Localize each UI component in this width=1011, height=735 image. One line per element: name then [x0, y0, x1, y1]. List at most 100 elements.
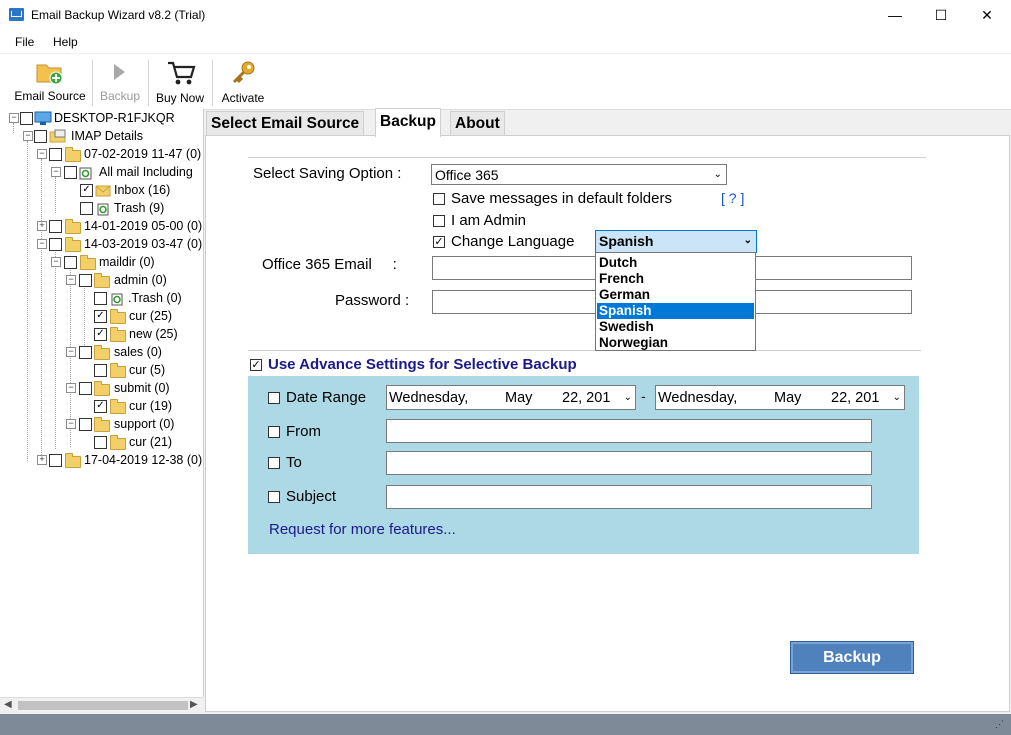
toolbar: Email Source Backup Buy Now Activate — [0, 54, 1011, 110]
tree-checkbox[interactable]: ✓ — [94, 328, 107, 341]
scroll-right-icon[interactable]: ▶ — [190, 699, 198, 710]
advance-settings-label: Use Advance Settings for Selective Backu… — [268, 356, 577, 373]
tab-about[interactable]: About — [450, 111, 505, 136]
tree-checkbox[interactable] — [79, 274, 92, 287]
tree-checkbox[interactable] — [79, 418, 92, 431]
expand-icon[interactable]: + — [37, 455, 47, 465]
tab-select-email-source[interactable]: Select Email Source — [206, 111, 365, 136]
divider — [248, 350, 921, 351]
chevron-down-icon: ⌄ — [743, 235, 752, 246]
save-default-folders-checkbox[interactable] — [433, 193, 445, 205]
tree-checkbox[interactable] — [64, 166, 77, 179]
to-checkbox[interactable] — [268, 457, 280, 469]
maximize-button[interactable]: ☐ — [918, 0, 964, 31]
save-default-folders-label: Save messages in default folders — [451, 190, 672, 207]
collapse-icon[interactable]: − — [37, 149, 47, 159]
tree-checkbox[interactable] — [79, 382, 92, 395]
saving-option-label: Select Saving Option : — [253, 165, 402, 182]
tree-checkbox[interactable] — [94, 436, 107, 449]
tree-checkbox[interactable] — [94, 292, 107, 305]
language-option-spanish[interactable]: Spanish — [597, 303, 754, 319]
activate-button[interactable]: Activate — [215, 54, 271, 109]
date-to-picker[interactable]: Wednesday, May 22, 201 ⌄ — [655, 385, 905, 410]
imap-folder-icon — [49, 129, 66, 143]
collapse-icon[interactable]: − — [66, 383, 76, 393]
subject-label: Subject — [286, 488, 337, 505]
tree-checkbox[interactable] — [94, 364, 107, 377]
play-arrow-icon — [114, 64, 125, 80]
tree-checkbox[interactable]: ✓ — [80, 184, 93, 197]
from-input[interactable] — [386, 419, 872, 443]
folder-icon — [94, 381, 110, 396]
password-label: Password : — [335, 292, 410, 309]
language-option-norwegian[interactable]: Norwegian — [597, 335, 754, 351]
change-language-checkbox[interactable]: ✓ — [433, 236, 445, 248]
tree-checkbox[interactable] — [49, 220, 62, 233]
collapse-icon[interactable]: − — [9, 113, 19, 123]
menu-help[interactable]: Help — [53, 35, 78, 49]
buy-now-button[interactable]: Buy Now — [151, 54, 209, 109]
help-link[interactable]: [ ? ] — [721, 190, 744, 206]
date-range-checkbox[interactable] — [268, 392, 280, 404]
language-select[interactable]: Spanish ⌄ — [595, 230, 757, 253]
key-icon — [232, 61, 255, 84]
saving-option-select[interactable]: Office 365 ⌄ — [431, 164, 727, 185]
tree-checkbox[interactable] — [49, 238, 62, 251]
expand-icon[interactable]: + — [37, 221, 47, 231]
date-separator: - — [641, 388, 646, 404]
folder-icon — [110, 435, 126, 450]
chevron-down-icon: ⌄ — [892, 392, 901, 403]
collapse-icon[interactable]: − — [37, 239, 47, 249]
backup-toolbar-button[interactable]: Backup — [95, 54, 145, 109]
tree-checkbox[interactable] — [49, 454, 62, 467]
backup-button[interactable]: Backup — [790, 641, 914, 674]
subject-input[interactable] — [386, 485, 872, 509]
tree-checkbox[interactable] — [49, 148, 62, 161]
tab-backup[interactable]: Backup — [375, 108, 441, 137]
toolbar-separator — [92, 60, 93, 106]
window-title: Email Backup Wizard v8.2 (Trial) — [31, 8, 206, 22]
tree-checkbox[interactable]: ✓ — [94, 400, 107, 413]
folder-icon — [65, 453, 81, 468]
folder-tree: − DESKTOP-R1FJKQR − IMAP Details − 07-02… — [0, 109, 204, 697]
i-am-admin-checkbox[interactable] — [433, 215, 445, 227]
collapse-icon[interactable]: − — [51, 167, 61, 177]
scroll-left-icon[interactable]: ◀ — [4, 699, 12, 710]
collapse-icon[interactable]: − — [66, 347, 76, 357]
scrollbar-thumb[interactable] — [18, 701, 188, 710]
collapse-icon[interactable]: − — [66, 419, 76, 429]
email-source-button[interactable]: Email Source — [9, 54, 91, 109]
folder-icon — [94, 345, 110, 360]
language-option-dutch[interactable]: Dutch — [597, 255, 754, 271]
minimize-button[interactable]: — — [872, 0, 918, 31]
tree-checkbox[interactable] — [20, 112, 33, 125]
toolbar-separator — [212, 60, 213, 106]
i-am-admin-label: I am Admin — [451, 212, 527, 229]
request-features-link[interactable]: Request for more features... — [269, 521, 456, 538]
language-option-swedish[interactable]: Swedish — [597, 319, 754, 335]
from-checkbox[interactable] — [268, 426, 280, 438]
folder-icon — [110, 399, 126, 414]
subject-checkbox[interactable] — [268, 491, 280, 503]
computer-icon — [34, 111, 52, 125]
to-input[interactable] — [386, 451, 872, 475]
trash-icon — [111, 293, 123, 306]
language-option-german[interactable]: German — [597, 287, 754, 303]
menu-file[interactable]: File — [15, 35, 34, 49]
tree-checkbox[interactable] — [64, 256, 77, 269]
tree-checkbox[interactable]: ✓ — [94, 310, 107, 323]
collapse-icon[interactable]: − — [66, 275, 76, 285]
trash-icon — [97, 203, 109, 216]
date-from-picker[interactable]: Wednesday, May 22, 201 ⌄ — [386, 385, 636, 410]
tree-checkbox[interactable] — [34, 130, 47, 143]
chevron-down-icon: ⌄ — [713, 169, 722, 180]
resize-grip-icon[interactable]: ⋰ — [995, 719, 1007, 731]
close-button[interactable]: ✕ — [964, 0, 1010, 31]
tree-checkbox[interactable] — [79, 346, 92, 359]
collapse-icon[interactable]: − — [23, 131, 33, 141]
language-option-french[interactable]: French — [597, 271, 754, 287]
advance-settings-checkbox[interactable]: ✓ — [250, 359, 262, 371]
tree-checkbox[interactable] — [80, 202, 93, 215]
collapse-icon[interactable]: − — [51, 257, 61, 267]
shopping-cart-icon — [168, 61, 196, 85]
